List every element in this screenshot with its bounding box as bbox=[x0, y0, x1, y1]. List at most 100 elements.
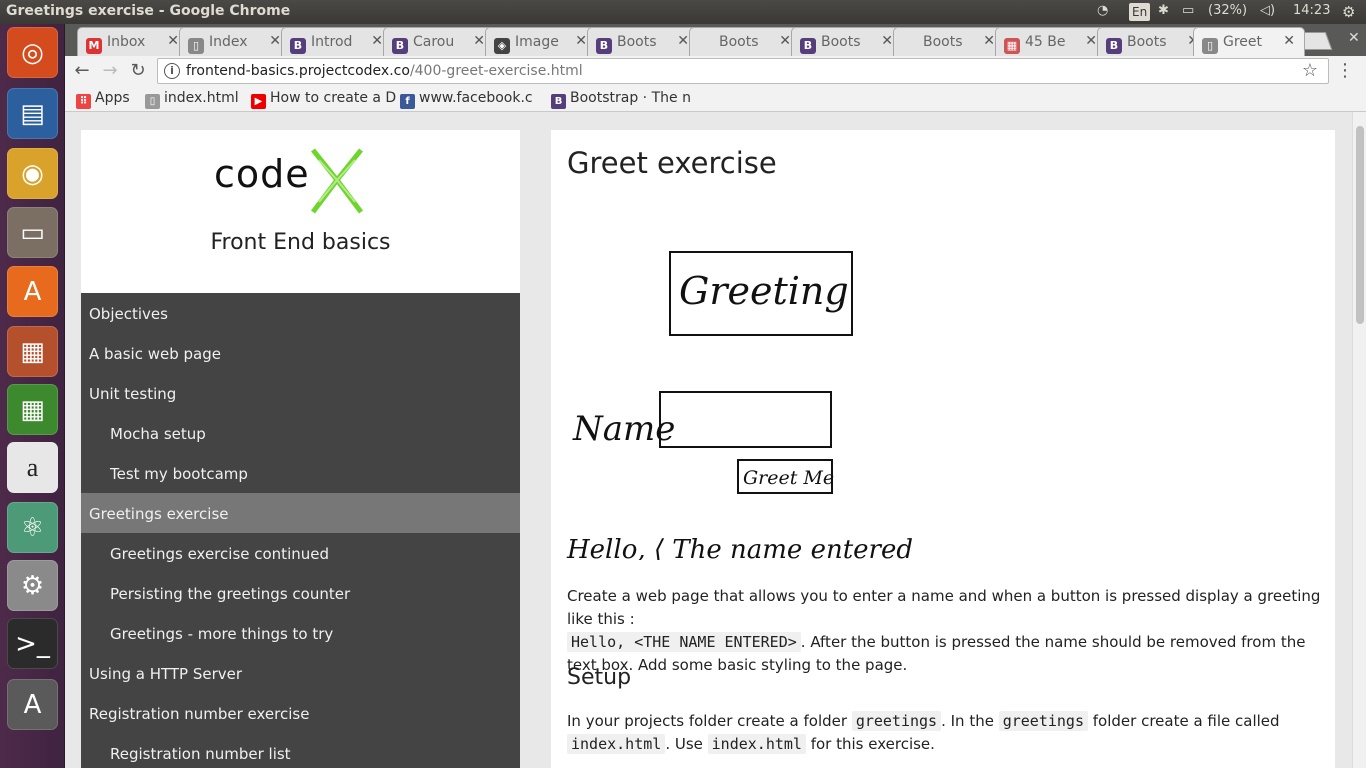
bookmark-favicon-icon: ⠿ bbox=[76, 94, 91, 109]
browser-tab[interactable]: B Boots ✕ bbox=[791, 27, 903, 56]
software-center-icon[interactable]: A bbox=[7, 266, 58, 317]
tab-label: Introd bbox=[311, 34, 353, 50]
reload-icon[interactable]: ↻ bbox=[127, 60, 149, 82]
page-scrollbar[interactable] bbox=[1352, 112, 1366, 768]
software-updater-icon[interactable]: A bbox=[7, 679, 58, 730]
nav-item[interactable]: Persisting the greetings counter bbox=[81, 573, 520, 613]
sidebar-nav: Objectives A basic web page Unit testing Mo… bbox=[81, 293, 520, 768]
tab-label: Carou bbox=[413, 34, 455, 50]
volume-icon[interactable]: ◁) bbox=[1260, 3, 1275, 18]
clock[interactable]: 14:23 bbox=[1293, 3, 1330, 18]
browser-tab[interactable]: Boots ✕ bbox=[689, 27, 801, 56]
tab-favicon-icon: ▯ bbox=[1202, 38, 1218, 54]
setup-text-2: . In the bbox=[941, 712, 999, 730]
wireframe-sketch-image: Greeting Name Greet Me Hello, ⟨ The name… bbox=[566, 251, 921, 560]
browser-tab[interactable]: M Inbox ✕ bbox=[77, 27, 189, 56]
forward-icon[interactable]: → bbox=[99, 60, 121, 82]
bookmark-item[interactable]: ⠿ Apps bbox=[76, 90, 130, 109]
tab-label: Boots bbox=[1127, 34, 1167, 50]
tab-close-icon[interactable]: ✕ bbox=[779, 33, 791, 49]
tab-close-icon[interactable]: ✕ bbox=[881, 33, 893, 49]
keyboard-language-indicator[interactable]: En bbox=[1129, 3, 1151, 21]
browser-tab[interactable]: ▯ Index ✕ bbox=[179, 27, 291, 56]
libreoffice-calc-icon[interactable]: ▦ bbox=[7, 384, 58, 435]
nav-item[interactable]: Mocha setup bbox=[81, 413, 520, 453]
tab-close-icon[interactable]: ✕ bbox=[473, 33, 485, 49]
files-icon[interactable]: ▭ bbox=[7, 207, 58, 258]
browser-tab[interactable]: B Carou ✕ bbox=[383, 27, 495, 56]
system-settings-icon[interactable]: ⚙ bbox=[7, 560, 58, 611]
browser-tab[interactable]: ◈ Image ✕ bbox=[485, 27, 597, 56]
browser-tab[interactable]: B Introd ✕ bbox=[281, 27, 393, 56]
exercise-description: Create a web page that allows you to ent… bbox=[567, 585, 1327, 677]
nav-item[interactable]: Test my bootcamp bbox=[81, 453, 520, 493]
bookmark-favicon-icon: f bbox=[400, 94, 415, 109]
nav-item[interactable]: Registration number list bbox=[81, 733, 520, 768]
tab-label: Boots bbox=[821, 34, 861, 50]
browser-tab[interactable]: ▯ Greet ✕ bbox=[1193, 27, 1305, 56]
libreoffice-writer-icon[interactable]: ▤ bbox=[7, 88, 58, 139]
nav-item[interactable]: Registration number exercise bbox=[81, 693, 520, 733]
tab-close-icon[interactable]: ✕ bbox=[371, 33, 383, 49]
nav-item[interactable]: Objectives bbox=[81, 293, 520, 333]
bookmark-item[interactable]: B Bootstrap · The n bbox=[551, 90, 691, 109]
bookmark-label: www.facebook.c bbox=[419, 90, 533, 106]
main-content: Greet exercise Greeting Name Greet Me He… bbox=[551, 130, 1335, 768]
site-info-icon[interactable]: i bbox=[164, 63, 180, 79]
nav-item[interactable]: A basic web page bbox=[81, 333, 520, 373]
battery-percent[interactable]: (32%) bbox=[1208, 3, 1247, 18]
address-bar[interactable]: i frontend-basics.projectcodex.co/400-gr… bbox=[157, 58, 1329, 84]
browser-tab[interactable]: ▦ 45 Be ✕ bbox=[995, 27, 1107, 56]
terminal-icon[interactable]: >_ bbox=[7, 618, 58, 669]
tab-label: Boots bbox=[617, 34, 657, 50]
chrome-window: M Inbox ✕ ▯ Index ✕ B Introd ✕ B Carou ✕ ◈ Image ✕ B Boo… bbox=[65, 24, 1366, 768]
libreoffice-impress-icon[interactable]: ▦ bbox=[7, 326, 58, 377]
ubuntu-dash-icon[interactable]: ◎ bbox=[7, 27, 58, 78]
nav-item[interactable]: Greetings - more things to try bbox=[81, 613, 520, 653]
nav-item[interactable]: Using a HTTP Server bbox=[81, 653, 520, 693]
tab-close-icon[interactable]: ✕ bbox=[1283, 33, 1295, 49]
tab-favicon-icon bbox=[698, 34, 714, 50]
tab-label: Index bbox=[209, 34, 248, 50]
amazon-icon[interactable]: a bbox=[7, 442, 58, 493]
page-viewport: code Front End basics Objectives A basic … bbox=[65, 112, 1366, 768]
tab-close-icon[interactable]: ✕ bbox=[167, 33, 179, 49]
scrollbar-thumb[interactable] bbox=[1356, 126, 1364, 324]
window-close-icon[interactable]: ✕ bbox=[1348, 30, 1360, 46]
chrome-icon[interactable]: ◉ bbox=[7, 148, 58, 199]
nav-item[interactable]: Unit testing bbox=[81, 373, 520, 413]
bookmark-label: Apps bbox=[95, 90, 130, 106]
battery-icon[interactable]: ▭ bbox=[1182, 3, 1194, 18]
bookmark-item[interactable]: ▯ index.html bbox=[145, 90, 239, 109]
bookmark-item[interactable]: f www.facebook.c bbox=[400, 90, 533, 109]
tab-close-icon[interactable]: ✕ bbox=[575, 33, 587, 49]
url-host: frontend-basics.projectcodex.co bbox=[186, 63, 410, 79]
tab-close-icon[interactable]: ✕ bbox=[1085, 33, 1097, 49]
url-path: /400-greet-exercise.html bbox=[409, 63, 583, 79]
bookmark-favicon-icon: B bbox=[551, 94, 566, 109]
chrome-menu-icon[interactable]: ⋮ bbox=[1336, 60, 1354, 81]
bookmark-star-icon[interactable]: ☆ bbox=[1302, 60, 1318, 81]
sketch-button-label: Greet Me bbox=[743, 467, 834, 489]
power-gear-icon[interactable]: ⚙ bbox=[1342, 3, 1355, 21]
tab-favicon-icon: B bbox=[596, 38, 612, 54]
tab-close-icon[interactable]: ✕ bbox=[983, 33, 995, 49]
setup-text-5: for this exercise. bbox=[805, 735, 935, 753]
tab-close-icon[interactable]: ✕ bbox=[269, 33, 281, 49]
tab-close-icon[interactable]: ✕ bbox=[677, 33, 689, 49]
setup-description: In your projects folder create a folder … bbox=[567, 710, 1327, 756]
tab-favicon-icon: ▦ bbox=[1004, 38, 1020, 54]
back-icon[interactable]: ← bbox=[71, 60, 93, 82]
nav-item[interactable]: Greetings exercise continued bbox=[81, 533, 520, 573]
bluetooth-icon[interactable]: ✱ bbox=[1158, 3, 1169, 18]
browser-tab[interactable]: Boots ✕ bbox=[893, 27, 1005, 56]
nav-item[interactable]: Greetings exercise bbox=[81, 493, 520, 533]
browser-tab[interactable]: B Boots ✕ bbox=[587, 27, 699, 56]
wifi-icon[interactable]: ◔ bbox=[1097, 3, 1108, 18]
bookmark-item[interactable]: ▶ How to create a D bbox=[251, 90, 396, 109]
bookmark-favicon-icon: ▯ bbox=[145, 94, 160, 109]
bookmark-label: Bootstrap · The n bbox=[570, 90, 691, 106]
tab-favicon-icon: B bbox=[392, 38, 408, 54]
atom-icon[interactable]: ⚛ bbox=[7, 502, 58, 553]
tab-favicon-icon: B bbox=[1106, 38, 1122, 54]
